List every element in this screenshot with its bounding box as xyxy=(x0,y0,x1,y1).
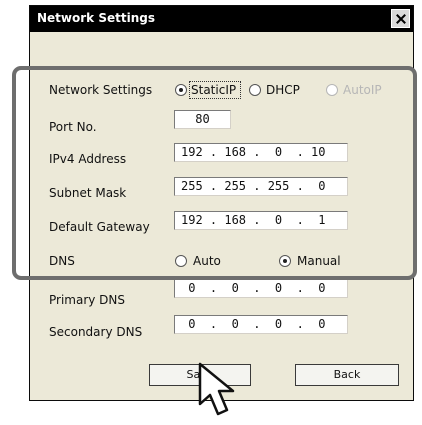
radio-static-ip[interactable] xyxy=(175,84,187,96)
back-button[interactable]: Back xyxy=(295,364,399,386)
radio-dhcp-label[interactable]: DHCP xyxy=(266,83,300,97)
radio-dns-auto-label[interactable]: Auto xyxy=(193,254,221,268)
subnet-mask-input[interactable]: 255 . 255 . 255 . 0 xyxy=(174,177,348,196)
radio-dhcp[interactable] xyxy=(249,84,261,96)
radio-dns-manual-label[interactable]: Manual xyxy=(297,254,341,268)
default-gateway-label: Default Gateway xyxy=(49,220,150,234)
primary-dns-input[interactable]: 0 . 0 . 0 . 0 xyxy=(174,279,348,298)
close-icon[interactable] xyxy=(391,9,410,28)
network-settings-window: Network Settings Network Settings Static… xyxy=(29,5,414,401)
port-input[interactable]: 80 xyxy=(174,110,231,129)
secondary-dns-label: Secondary DNS xyxy=(49,325,143,339)
mouse-pointer-icon xyxy=(198,362,235,416)
primary-dns-label: Primary DNS xyxy=(49,293,126,307)
dns-label: DNS xyxy=(49,254,75,268)
ipv4-label: IPv4 Address xyxy=(49,152,127,166)
secondary-dns-input[interactable]: 0 . 0 . 0 . 0 xyxy=(174,315,348,334)
default-gateway-input[interactable]: 192 . 168 . 0 . 1 xyxy=(174,211,348,230)
radio-auto-ip-label: AutoIP xyxy=(343,83,382,97)
radio-dns-auto[interactable] xyxy=(175,255,187,267)
ipv4-input[interactable]: 192 . 168 . 0 . 10 xyxy=(174,143,348,162)
window-title: Network Settings xyxy=(37,11,155,25)
network-settings-label: Network Settings xyxy=(49,83,153,97)
port-label: Port No. xyxy=(49,120,97,134)
radio-auto-ip xyxy=(326,84,338,96)
radio-dns-manual[interactable] xyxy=(279,255,291,267)
radio-static-ip-label[interactable]: StaticIP xyxy=(191,83,236,97)
title-bar: Network Settings xyxy=(30,6,413,32)
subnet-mask-label: Subnet Mask xyxy=(49,186,127,200)
